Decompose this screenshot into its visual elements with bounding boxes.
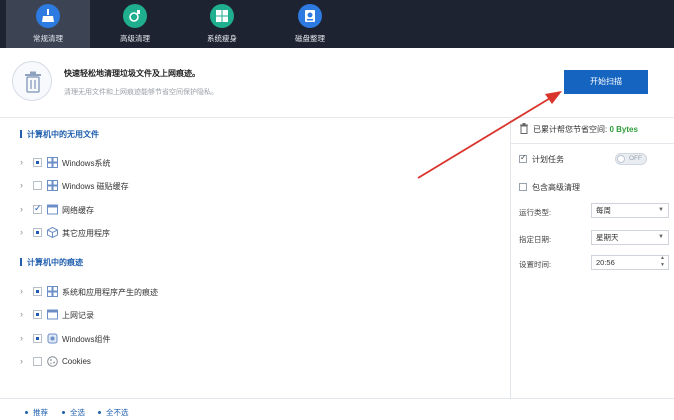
list-item-windows-system[interactable]: › Windows系统 (20, 156, 320, 170)
chevron-right-icon[interactable]: › (20, 227, 28, 237)
trash-icon (12, 61, 52, 101)
item-label: Windows系统 (62, 159, 111, 168)
right-settings-panel: 已累计帮您节省空间: 0 Bytes 计划任务 OFF 包含高级清理 运行类型:… (511, 119, 674, 398)
include-advanced-checkbox[interactable] (519, 183, 527, 191)
chevron-right-icon[interactable]: › (20, 286, 28, 296)
scheduled-task-label: 计划任务 (532, 155, 564, 164)
time-value: 20:56 (596, 258, 615, 267)
broom-icon (36, 4, 60, 28)
trash-icon (520, 123, 528, 134)
scheduled-task-toggle[interactable]: OFF (615, 153, 647, 165)
tab-label: 常规清理 (33, 34, 63, 43)
component-icon (47, 333, 58, 344)
cleanup-list: 计算机中的无用文件 › Windows系统 › Windows 磁贴缓存 › 网… (0, 119, 510, 398)
separator (511, 143, 674, 144)
apps-icon (47, 227, 58, 238)
windows-icon (210, 4, 234, 28)
item-label: 系统和应用程序产生的痕迹 (62, 288, 158, 297)
chevron-down-icon: ▼ (658, 234, 664, 240)
hero-subtitle: 清理无用文件和上网痕迹能够节省空间保护隐私。 (64, 89, 218, 96)
tab-system-slim[interactable]: 系统瘦身 (180, 0, 264, 48)
include-advanced-label: 包含高级清理 (532, 183, 580, 192)
hero-title: 快速轻松地清理垃圾文件及上网痕迹。 (64, 69, 200, 78)
chevron-right-icon[interactable]: › (20, 180, 28, 190)
section-title-useless-files: 计算机中的无用文件 (20, 129, 99, 140)
saved-space-value: 0 Bytes (609, 125, 638, 134)
list-item-tile-cache[interactable]: › Windows 磁贴缓存 (20, 179, 320, 193)
item-label: 上网记录 (62, 311, 94, 320)
tab-label: 高级清理 (120, 34, 150, 43)
section-title-traces: 计算机中的痕迹 (20, 257, 83, 268)
list-item-browsing-history[interactable]: › 上网记录 (20, 308, 320, 322)
item-checkbox[interactable] (33, 334, 42, 343)
disk-icon (298, 4, 322, 28)
list-item-windows-components[interactable]: › Windows组件 (20, 332, 320, 346)
item-checkbox[interactable] (33, 181, 42, 190)
run-type-value: 每周 (596, 206, 611, 215)
browser-icon (47, 309, 58, 320)
date-value: 星期天 (596, 233, 619, 242)
tiles-icon (47, 180, 58, 191)
saved-space-row: 已累计帮您节省空间: 0 Bytes (519, 123, 638, 135)
toggle-label: OFF (629, 155, 642, 162)
tab-label: 磁盘整理 (295, 34, 325, 43)
windows-icon (47, 157, 58, 168)
windows-icon (47, 286, 58, 297)
footer-bar: 推荐 全选 全不选 (0, 398, 674, 420)
item-checkbox[interactable] (33, 287, 42, 296)
select-none-link[interactable]: 全不选 (98, 407, 129, 418)
select-all-link[interactable]: 全选 (62, 407, 85, 418)
item-checkbox[interactable] (33, 310, 42, 319)
network-icon (47, 204, 58, 215)
top-navigation: 常规清理 高级清理 系统瘦身 磁盘整理 (0, 0, 674, 48)
tab-regular-clean[interactable]: 常规清理 (6, 0, 90, 48)
item-checkbox[interactable] (33, 158, 42, 167)
chevron-right-icon[interactable]: › (20, 204, 28, 214)
item-label: Windows组件 (62, 335, 111, 344)
advanced-clean-icon (123, 4, 147, 28)
saved-space-label: 已累计帮您节省空间: (533, 125, 608, 134)
scheduled-task-checkbox[interactable] (519, 153, 527, 163)
chevron-right-icon[interactable]: › (20, 356, 28, 366)
spin-arrows-icon[interactable]: ▲ ▼ (660, 255, 665, 269)
time-label: 设置时间: (519, 260, 552, 269)
include-advanced-row[interactable]: 包含高级清理 (519, 182, 580, 193)
cookie-icon (47, 356, 58, 367)
item-checkbox[interactable] (33, 203, 42, 214)
chevron-right-icon[interactable]: › (20, 309, 28, 319)
start-scan-button[interactable]: 开始扫描 (564, 70, 648, 94)
recommend-link[interactable]: 推荐 (25, 407, 48, 418)
list-item-other-apps[interactable]: › 其它应用程序 (20, 226, 320, 240)
tab-advanced-clean[interactable]: 高级清理 (93, 0, 177, 48)
run-type-select[interactable]: 每周 ▼ (591, 203, 669, 218)
item-label: 网络缓存 (62, 206, 94, 215)
run-type-label: 运行类型: (519, 208, 552, 217)
item-checkbox[interactable] (33, 228, 42, 237)
chevron-down-icon: ▼ (658, 207, 664, 213)
tab-label: 系统瘦身 (207, 34, 237, 43)
tab-disk-defrag[interactable]: 磁盘整理 (268, 0, 352, 48)
list-item-system-app-traces[interactable]: › 系统和应用程序产生的痕迹 (20, 285, 320, 299)
item-label: Windows 磁贴缓存 (62, 182, 129, 191)
chevron-right-icon[interactable]: › (20, 333, 28, 343)
item-checkbox[interactable] (33, 357, 42, 366)
chevron-right-icon[interactable]: › (20, 157, 28, 167)
list-item-network-cache[interactable]: › 网络缓存 (20, 203, 320, 217)
item-label: 其它应用程序 (62, 229, 110, 238)
scheduled-task-row[interactable]: 计划任务 (519, 153, 564, 165)
item-label: Cookies (62, 357, 91, 366)
toggle-knob (617, 155, 625, 163)
time-stepper[interactable]: 20:56 ▲ ▼ (591, 255, 669, 270)
list-item-cookies[interactable]: › Cookies (20, 355, 320, 369)
date-label: 指定日期: (519, 235, 552, 244)
date-select[interactable]: 星期天 ▼ (591, 230, 669, 245)
